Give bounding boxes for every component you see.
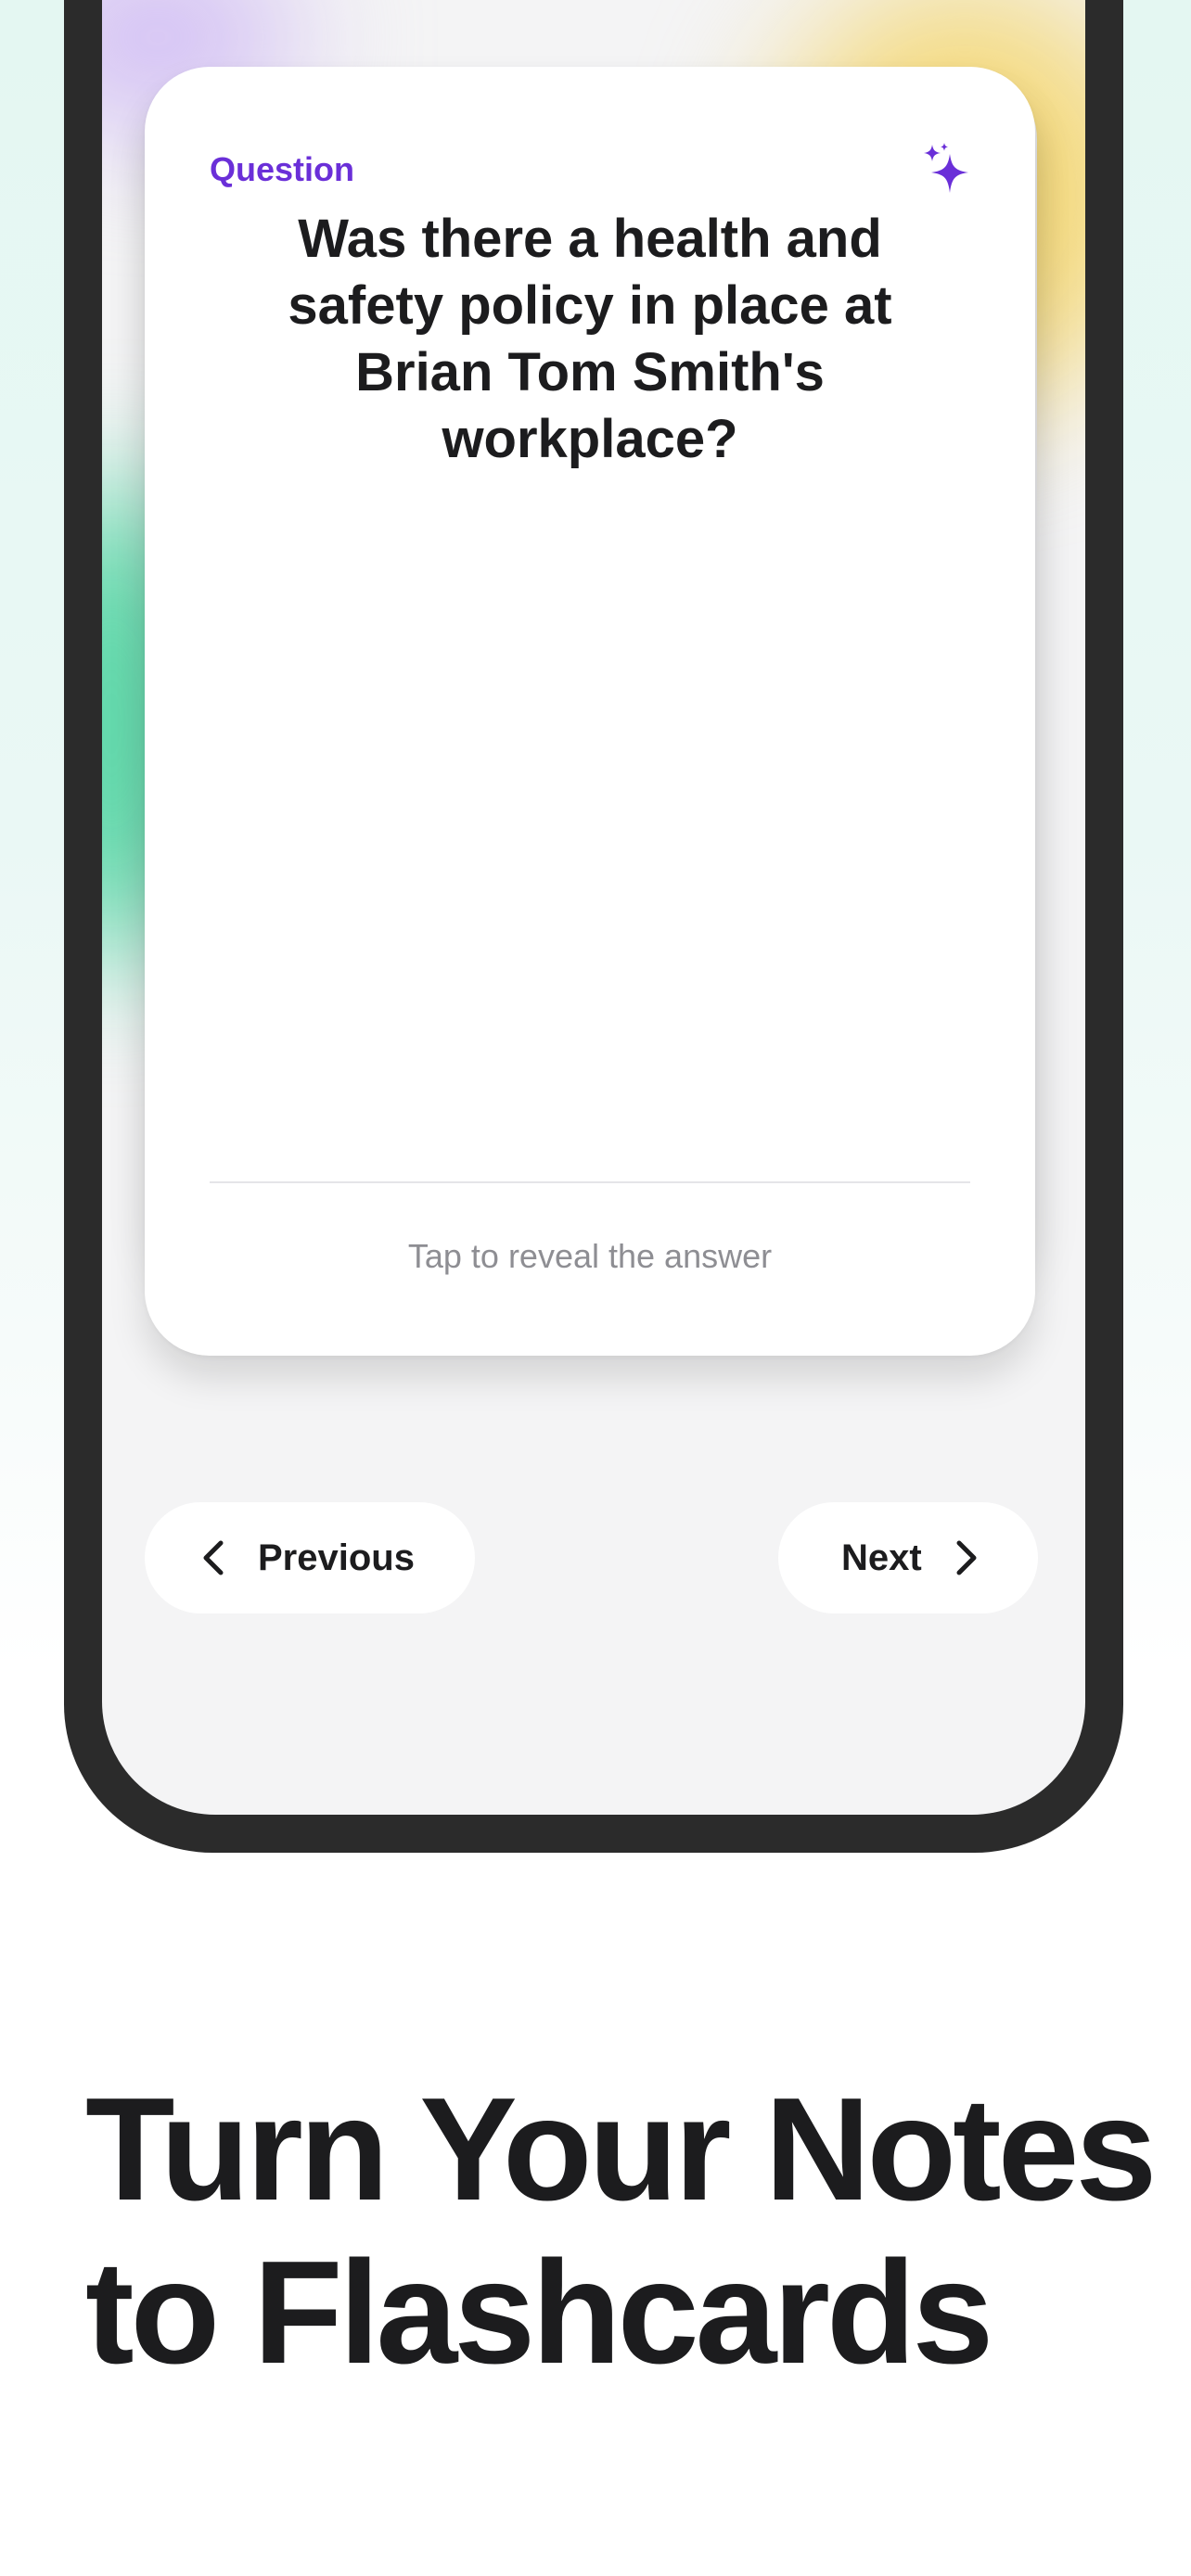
headline-line-2: to Flashcards — [85, 2231, 993, 2394]
marketing-headline: Turn Your Notes to Flashcards — [85, 2068, 1161, 2394]
card-side-label: Question — [210, 150, 355, 188]
question-text: Was there a health and safety policy in … — [288, 209, 892, 469]
sparkles-icon[interactable] — [920, 141, 970, 197]
next-button-label: Next — [841, 1537, 922, 1578]
phone-screen: Question Was there a health and safety p… — [102, 0, 1085, 1815]
card-divider — [210, 1181, 970, 1183]
headline-line-1: Turn Your Notes — [85, 2068, 1157, 2231]
chevron-right-icon — [956, 1540, 977, 1575]
previous-button[interactable]: Previous — [145, 1502, 475, 1613]
reveal-answer-hint[interactable]: Tap to reveal the answer — [145, 1237, 1035, 1276]
phone-frame: Question Was there a health and safety p… — [64, 0, 1123, 1853]
next-button[interactable]: Next — [778, 1502, 1038, 1613]
flashcard[interactable]: Question Was there a health and safety p… — [145, 67, 1035, 1356]
chevron-left-icon — [203, 1540, 224, 1575]
previous-button-label: Previous — [258, 1537, 415, 1578]
